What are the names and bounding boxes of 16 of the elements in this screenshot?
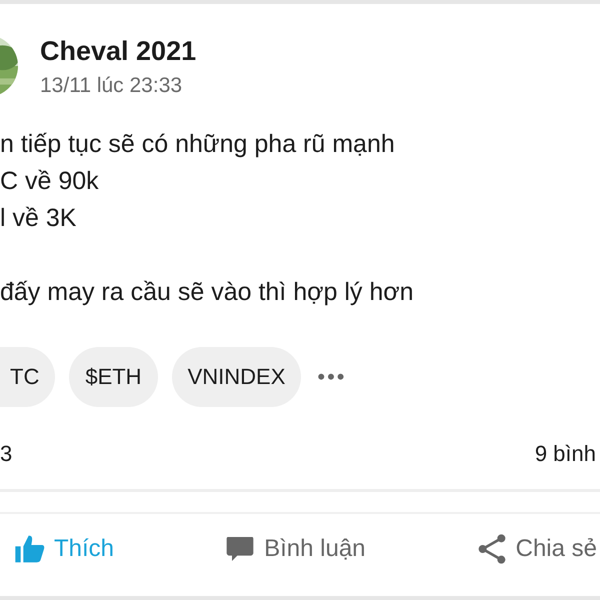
author-name[interactable]: Cheval 2021 bbox=[40, 34, 196, 68]
post-text-line: l về 3K bbox=[0, 203, 78, 234]
tag-chip[interactable]: TC bbox=[0, 347, 56, 407]
share-icon bbox=[476, 533, 508, 565]
more-tags[interactable]: ••• bbox=[317, 364, 346, 390]
comment-button[interactable]: Bình luận bbox=[224, 533, 366, 565]
post-text-line: đấy may ra cầu sẽ vào thì hợp lý hơn bbox=[0, 277, 415, 308]
post-text-line: C về 90k bbox=[0, 166, 100, 197]
post-time: 13/11 lúc 23:33 bbox=[40, 74, 184, 98]
thumbs-up-icon bbox=[14, 533, 46, 565]
reaction-count[interactable]: 3 bbox=[0, 441, 12, 467]
share-button[interactable]: Chia sẻ bbox=[476, 533, 597, 565]
tag-chip[interactable]: $ETH bbox=[69, 347, 158, 407]
tag-chip[interactable]: VNINDEX bbox=[172, 347, 302, 407]
comment-count[interactable]: 9 bình bbox=[534, 441, 596, 467]
post-text-line: n tiếp tục sẽ có những pha rũ mạnh bbox=[0, 129, 396, 160]
